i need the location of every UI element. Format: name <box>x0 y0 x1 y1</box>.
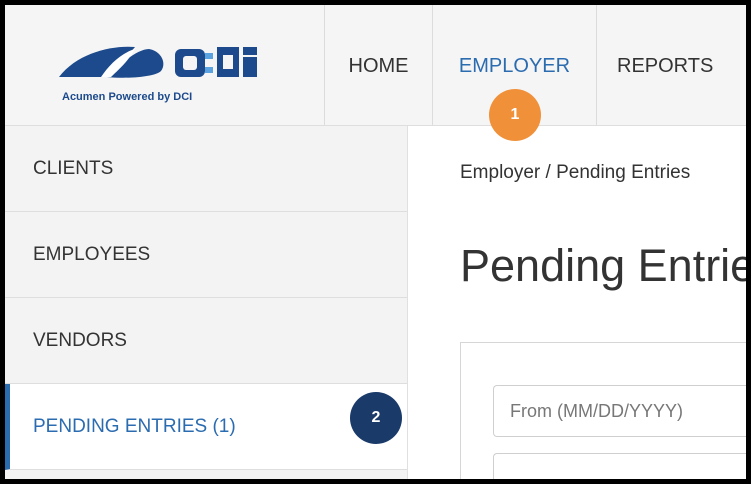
sidebar-item-pending-entries[interactable]: PENDING ENTRIES (1) <box>5 384 407 470</box>
filter-card <box>460 342 746 479</box>
nav-reports[interactable]: REPORTS <box>597 5 746 125</box>
to-date-input[interactable] <box>493 453 746 479</box>
step-1-callout: 1 <box>489 89 541 141</box>
sidebar-item-vendors[interactable]: VENDORS <box>5 298 407 384</box>
screenshot-frame: Acumen Powered by DCI HOME EMPLOYER REPO… <box>0 0 751 484</box>
breadcrumb: Employer / Pending Entries <box>460 162 691 183</box>
sidebar-item-clients[interactable]: CLIENTS <box>5 126 407 212</box>
logo-tagline: Acumen Powered by DCI <box>62 91 193 103</box>
step-2-callout: 2 <box>350 392 402 444</box>
sidebar: CLIENTS EMPLOYEES VENDORS PENDING ENTRIE… <box>5 126 408 479</box>
from-date-input[interactable] <box>493 385 746 437</box>
top-navigation-bar: Acumen Powered by DCI HOME EMPLOYER REPO… <box>5 5 746 126</box>
sidebar-item-employees[interactable]: EMPLOYEES <box>5 212 407 298</box>
nav-home[interactable]: HOME <box>325 5 433 125</box>
dci-logo-icon <box>59 46 257 78</box>
acumen-dci-logo[interactable]: Acumen Powered by DCI <box>5 5 325 125</box>
page-title: Pending Entries <box>460 240 751 291</box>
main-content: Employer / Pending Entries Pending Entri… <box>408 126 751 479</box>
